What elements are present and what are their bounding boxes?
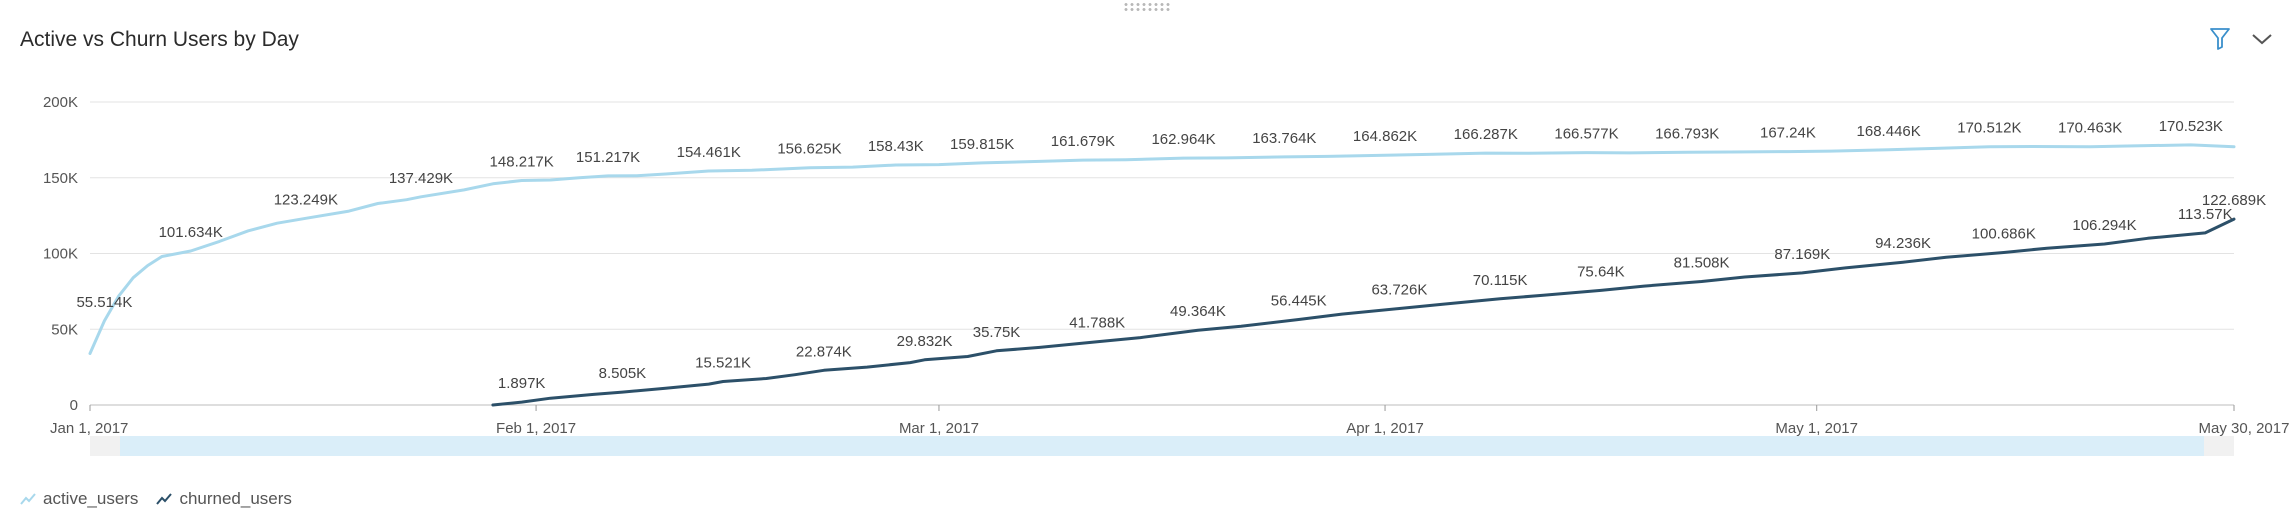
data-label: 166.287K [1454, 126, 1518, 143]
data-label: 170.523K [2159, 118, 2223, 135]
x-tick-label: Feb 1, 2017 [496, 420, 576, 437]
line-chart: 0 50K 100K 150K 200K Jan 1, 2017 Feb 1, 2017 M… [43, 94, 2289, 456]
y-axis: 0 50K 100K 150K 200K [43, 94, 78, 414]
y-tick-label: 200K [43, 94, 78, 111]
data-label: 75.64K [1577, 263, 1625, 280]
x-tick-label: Apr 1, 2017 [1346, 420, 1424, 437]
x-tick-label: Jan 1, 2017 [50, 420, 128, 437]
data-label: 100.686K [1972, 225, 2036, 242]
data-label: 94.236K [1875, 235, 1931, 252]
data-label: 168.446K [1857, 123, 1921, 140]
data-label: 154.461K [677, 144, 741, 161]
y-tick-label: 50K [51, 321, 78, 338]
data-label: 81.508K [1674, 255, 1730, 272]
data-label: 63.726K [1371, 281, 1427, 298]
legend-label-active-users: active_users [43, 489, 139, 508]
legend-label-churned-users: churned_users [179, 489, 292, 508]
data-label: 151.217K [576, 149, 640, 166]
data-label: 159.815K [950, 136, 1014, 153]
data-label: 106.294K [2072, 217, 2136, 234]
data-label: 41.788K [1069, 315, 1125, 332]
legend-item-active-users[interactable]: active_users [20, 489, 138, 509]
line-series-icon [156, 493, 173, 505]
data-label: 166.577K [1554, 126, 1618, 143]
data-label: 167.24K [1760, 125, 1816, 142]
y-tick-label: 150K [43, 170, 78, 187]
x-tick-label: Mar 1, 2017 [899, 420, 979, 437]
data-label: 148.217K [490, 153, 554, 170]
data-label: 56.445K [1271, 292, 1327, 309]
data-label: 163.764K [1252, 130, 1316, 147]
data-label: 70.115K [1473, 272, 1528, 289]
line-series-icon [20, 493, 36, 505]
legend-item-churned-users[interactable]: churned_users [156, 489, 292, 509]
x-axis: Jan 1, 2017 Feb 1, 2017 Mar 1, 2017 Apr 1, … [50, 405, 2289, 437]
data-label: 170.512K [1957, 120, 2021, 137]
data-label: 166.793K [1655, 125, 1719, 142]
data-label: 137.429K [389, 170, 453, 187]
data-label: 101.634K [159, 224, 223, 241]
data-label: 55.514K [76, 294, 132, 311]
x-tick-label: May 30, 2017 [2199, 420, 2290, 437]
series-line-churned-users [491, 217, 2236, 407]
range-slider-window [120, 436, 2204, 456]
data-label: 15.521K [695, 354, 751, 371]
data-label: 170.463K [2058, 120, 2122, 137]
data-label: 123.249K [274, 191, 338, 208]
data-label: 8.505K [599, 365, 647, 382]
data-label: 164.862K [1353, 128, 1417, 145]
data-label: 122.689K [2202, 192, 2266, 209]
data-label: 49.364K [1170, 303, 1226, 320]
data-label: 162.964K [1151, 131, 1215, 148]
data-label: 22.874K [796, 343, 852, 360]
x-tick-label: May 1, 2017 [1775, 420, 1858, 437]
y-tick-label: 0 [70, 397, 78, 414]
y-tick-label: 100K [43, 246, 78, 263]
data-label: 1.897K [498, 375, 546, 392]
data-label: 156.625K [777, 141, 841, 158]
range-slider[interactable] [90, 436, 2234, 456]
data-label: 158.43K [868, 138, 924, 155]
data-label: 161.679K [1051, 133, 1115, 150]
legend: active_users churned_users [20, 489, 292, 509]
data-label: 29.832K [897, 333, 953, 350]
data-label: 87.169K [1774, 246, 1830, 263]
data-label: 35.75K [973, 324, 1021, 341]
